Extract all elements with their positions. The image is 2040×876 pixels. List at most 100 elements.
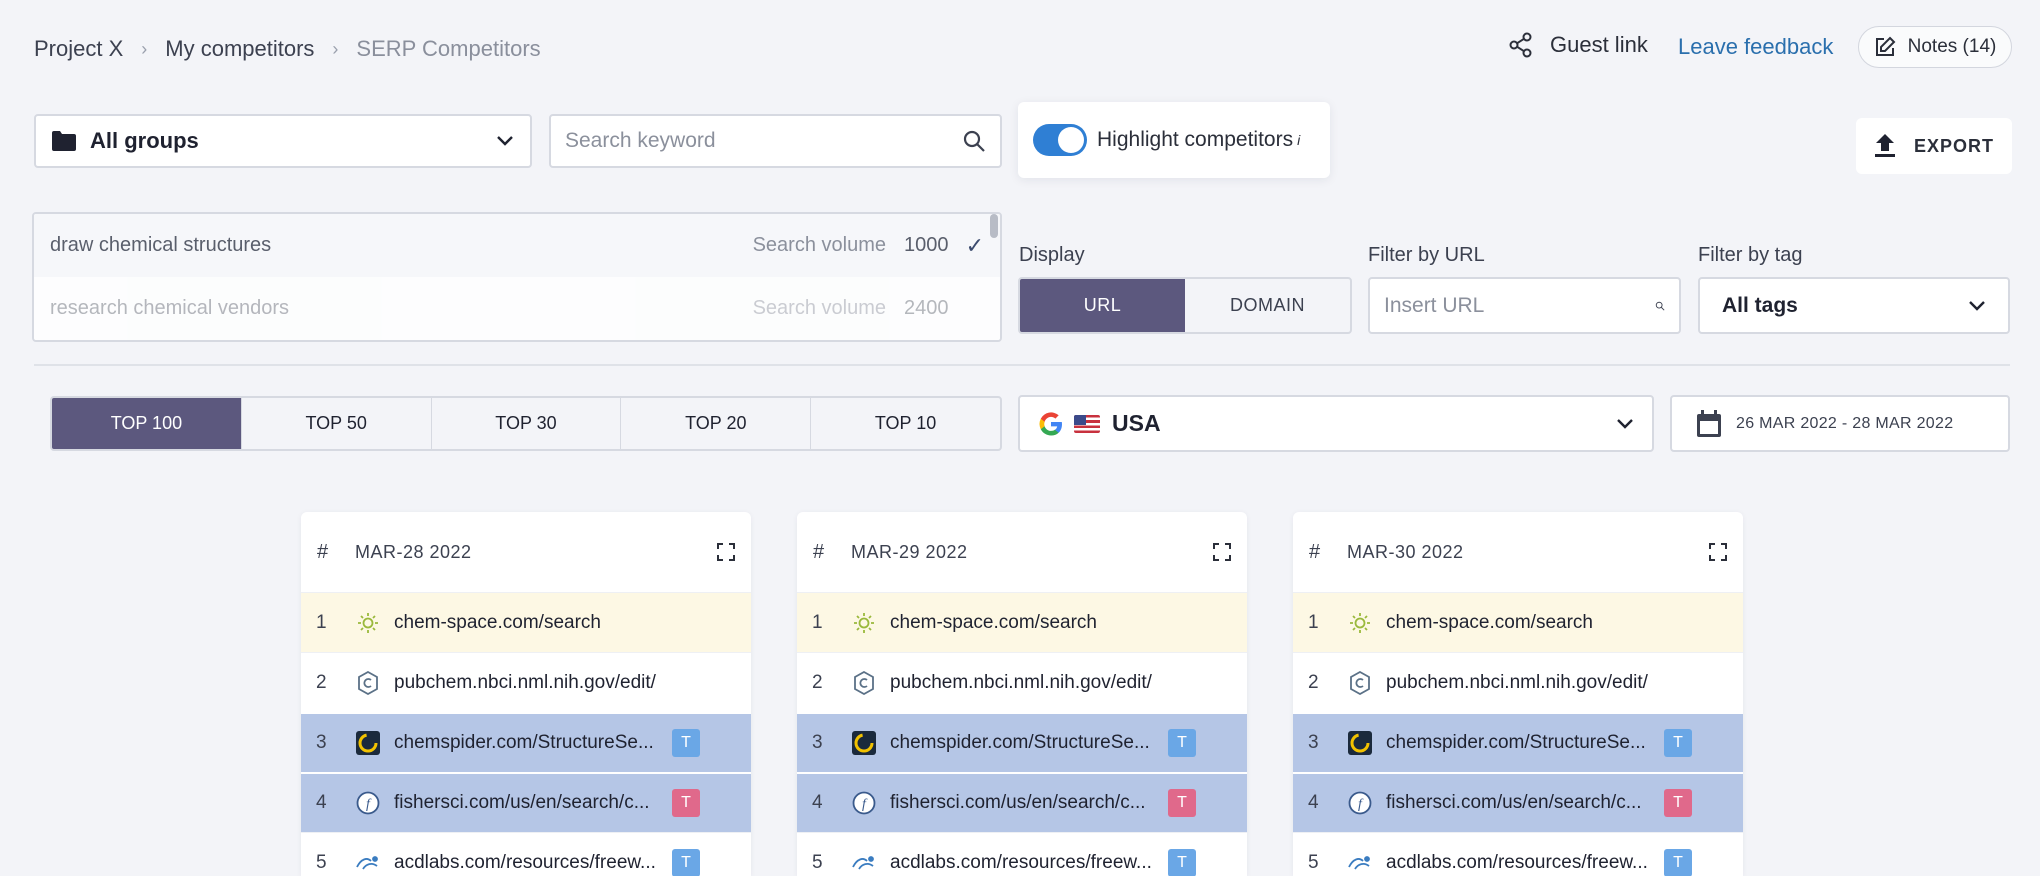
favicon [354, 849, 382, 876]
rank-number: 5 [316, 851, 327, 873]
notes-label: Notes (14) [1907, 36, 1997, 57]
expand-icon[interactable] [1213, 543, 1231, 561]
breadcrumb-competitors[interactable]: My competitors [165, 36, 314, 62]
result-url[interactable]: acdlabs.com/resources/freew... [1386, 852, 1652, 874]
search-keyword-input[interactable] [565, 129, 962, 153]
serp-result-row[interactable]: 3 chemspider.com/StructureSe... T [1293, 712, 1743, 772]
rank-header: # [1309, 540, 1321, 563]
filter-tag-dropdown[interactable]: All tags [1698, 277, 2010, 334]
serp-result-row[interactable]: 1 chem-space.com/search [797, 592, 1247, 652]
search-icon[interactable] [1655, 294, 1665, 318]
upload-icon [1874, 134, 1895, 157]
rank-number: 1 [1308, 611, 1319, 633]
result-url[interactable]: acdlabs.com/resources/freew... [890, 852, 1156, 874]
column-header: # MAR-30 2022 [1293, 512, 1743, 592]
tab-top-50[interactable]: TOP 50 [240, 398, 431, 449]
rank-number: 4 [812, 792, 823, 813]
rank-number: 3 [812, 732, 823, 753]
keyword-list-scrollbar[interactable] [990, 214, 998, 238]
result-url[interactable]: fishersci.com/us/en/search/c... [1386, 792, 1652, 814]
serp-result-row[interactable]: 5 acdlabs.com/resources/freew... T [797, 832, 1247, 876]
info-icon[interactable]: i [1297, 132, 1300, 148]
favicon [1346, 669, 1374, 697]
tag-badge[interactable]: T [1168, 789, 1196, 817]
result-url[interactable]: chemspider.com/StructureSe... [1386, 732, 1652, 754]
serp-result-row[interactable]: 1 chem-space.com/search [301, 592, 751, 652]
serp-result-row[interactable]: 2 pubchem.nbci.nml.nih.gov/edit/ [797, 652, 1247, 712]
result-url[interactable]: chem-space.com/search [890, 612, 1170, 634]
search-keyword-field[interactable] [549, 114, 1002, 168]
guest-link-button[interactable]: Guest link [1508, 32, 1648, 58]
column-header: # MAR-29 2022 [797, 512, 1247, 592]
tag-badge[interactable]: T [672, 789, 700, 817]
tag-badge[interactable]: T [672, 848, 700, 876]
fishersci-favicon-icon: f [852, 791, 876, 815]
serp-result-row[interactable]: 4 f fishersci.com/us/en/search/c... T [1293, 772, 1743, 832]
column-date: MAR-30 2022 [1347, 541, 1464, 562]
highlight-competitors-toggle[interactable] [1033, 124, 1087, 156]
result-url[interactable]: pubchem.nbci.nml.nih.gov/edit/ [394, 672, 674, 694]
result-url[interactable]: chemspider.com/StructureSe... [890, 732, 1156, 754]
keyword-item[interactable]: research chemical vendors Search volume … [34, 277, 1000, 340]
tab-top-10[interactable]: TOP 10 [810, 398, 1000, 449]
tab-top-20[interactable]: TOP 20 [620, 398, 810, 449]
groups-dropdown[interactable]: All groups [34, 114, 532, 168]
serp-result-row[interactable]: 3 chemspider.com/StructureSe... T [301, 712, 751, 772]
filter-url-input[interactable] [1384, 293, 1655, 318]
country-dropdown[interactable]: USA [1018, 395, 1654, 452]
chemspider-favicon-icon [1348, 731, 1372, 755]
search-icon[interactable] [962, 129, 986, 153]
tag-badge[interactable]: T [1664, 848, 1692, 876]
result-url[interactable]: fishersci.com/us/en/search/c... [890, 792, 1156, 814]
expand-icon[interactable] [1709, 543, 1727, 561]
result-url[interactable]: pubchem.nbci.nml.nih.gov/edit/ [890, 672, 1170, 694]
result-url[interactable]: acdlabs.com/resources/freew... [394, 852, 660, 874]
display-url-button[interactable]: URL [1020, 279, 1185, 332]
breadcrumb: Project X › My competitors › SERP Compet… [34, 36, 541, 62]
pubchem-favicon-icon [358, 670, 378, 695]
serp-result-row[interactable]: 4 f fishersci.com/us/en/search/c... T [797, 772, 1247, 832]
filter-url-field[interactable] [1368, 277, 1681, 334]
tag-badge[interactable]: T [1664, 789, 1692, 817]
result-url[interactable]: pubchem.nbci.nml.nih.gov/edit/ [1386, 672, 1666, 694]
serp-date-column: # MAR-29 2022 1 chem-space.com/search 2 pubch… [797, 512, 1247, 876]
date-range-picker[interactable]: 26 MAR 2022 - 28 MAR 2022 [1670, 395, 2010, 452]
tag-badge[interactable]: T [1168, 848, 1196, 876]
result-url[interactable]: fishersci.com/us/en/search/c... [394, 792, 660, 814]
pubchem-favicon-icon [854, 670, 874, 695]
tab-top-100[interactable]: TOP 100 [52, 398, 241, 449]
serp-result-row[interactable]: 2 pubchem.nbci.nml.nih.gov/edit/ [301, 652, 751, 712]
serp-result-row[interactable]: 5 acdlabs.com/resources/freew... T [1293, 832, 1743, 876]
display-domain-button[interactable]: DOMAIN [1185, 279, 1350, 332]
keyword-item[interactable]: draw chemical structures Search volume 1… [34, 214, 1000, 277]
tab-top-30[interactable]: TOP 30 [430, 398, 621, 449]
result-url[interactable]: chem-space.com/search [1386, 612, 1666, 634]
leave-feedback-link[interactable]: Leave feedback [1678, 34, 1833, 60]
tag-badge[interactable]: T [672, 729, 700, 757]
serp-result-row[interactable]: 4 f fishersci.com/us/en/search/c... T [301, 772, 751, 832]
search-volume-label: Search volume [752, 234, 886, 256]
serp-date-column: # MAR-30 2022 1 chem-space.com/search 2 pubch… [1293, 512, 1743, 876]
tag-badge[interactable]: T [1664, 729, 1692, 757]
fishersci-favicon-icon: f [356, 791, 380, 815]
serp-date-column: # MAR-28 2022 1 chem-space.com/search 2 pubch… [301, 512, 751, 876]
serp-result-row[interactable]: 2 pubchem.nbci.nml.nih.gov/edit/ [1293, 652, 1743, 712]
favicon [354, 609, 382, 637]
chemspider-favicon-icon [852, 731, 876, 755]
serp-result-row[interactable]: 1 chem-space.com/search [1293, 592, 1743, 652]
rank-number: 2 [1308, 671, 1319, 693]
export-button[interactable]: EXPORT [1856, 118, 2012, 174]
filter-tag-label: Filter by tag [1698, 244, 1803, 266]
tag-badge[interactable]: T [1168, 729, 1196, 757]
breadcrumb-project[interactable]: Project X [34, 36, 123, 62]
expand-icon[interactable] [717, 543, 735, 561]
result-url[interactable]: chem-space.com/search [394, 612, 674, 634]
rank-number: 2 [316, 671, 327, 693]
serp-result-row[interactable]: 3 chemspider.com/StructureSe... T [797, 712, 1247, 772]
date-range-text: 26 MAR 2022 - 28 MAR 2022 [1736, 414, 1954, 432]
sun-favicon-icon [358, 612, 378, 633]
notes-button[interactable]: Notes (14) [1858, 26, 2012, 68]
serp-result-row[interactable]: 5 acdlabs.com/resources/freew... T [301, 832, 751, 876]
result-url[interactable]: chemspider.com/StructureSe... [394, 732, 660, 754]
rank-header: # [317, 540, 329, 563]
